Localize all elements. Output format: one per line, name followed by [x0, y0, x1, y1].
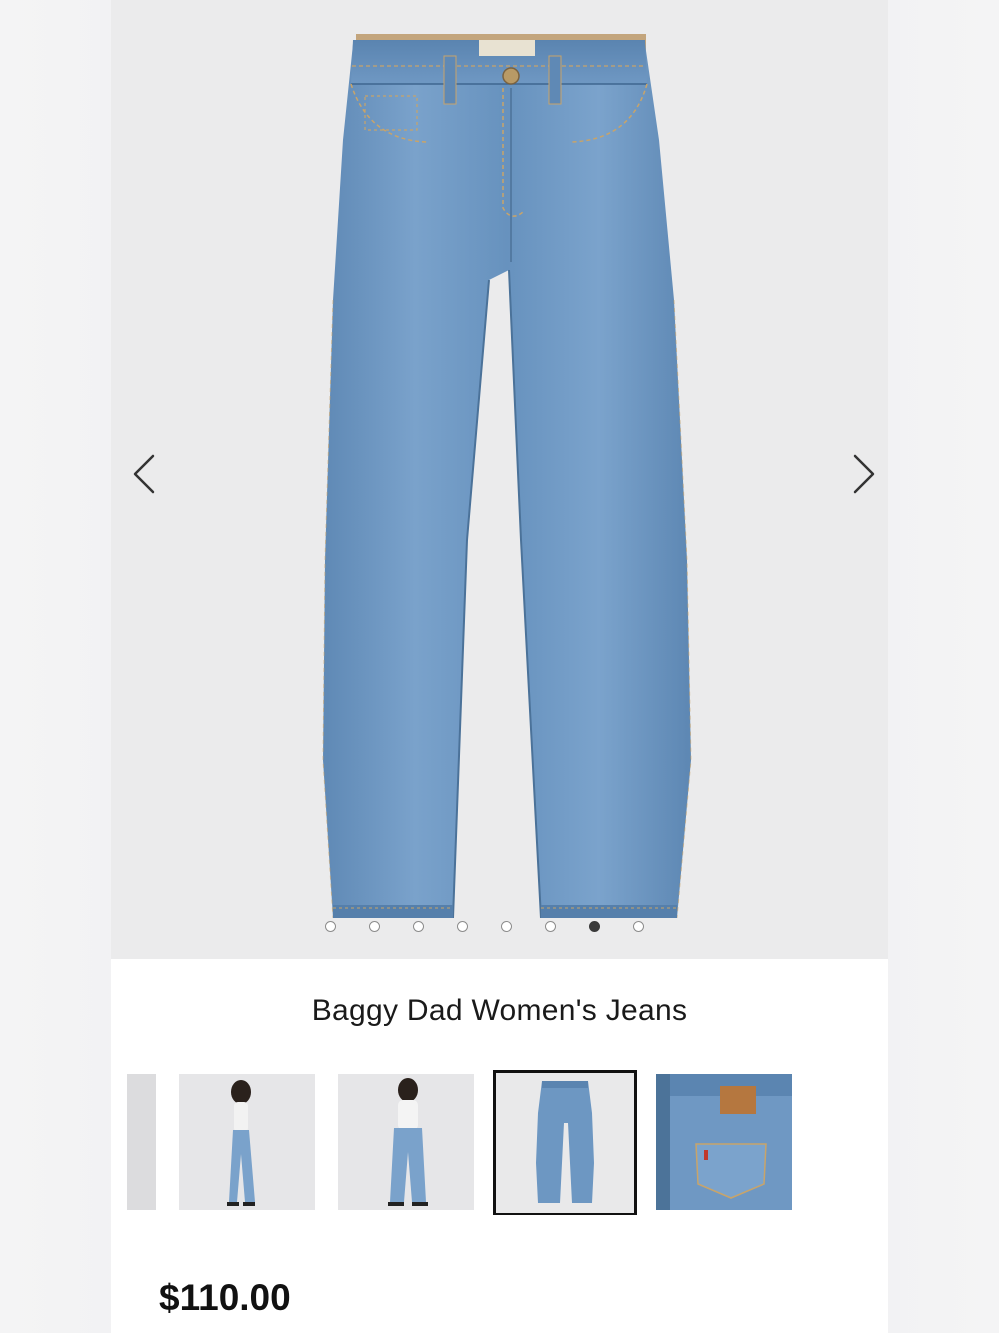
- thumbnail-strip[interactable]: [127, 1070, 888, 1215]
- thumb-partial[interactable]: [127, 1074, 156, 1210]
- gallery-dot[interactable]: [501, 921, 512, 932]
- thumb-partial-image: [127, 1074, 156, 1210]
- thumb-model-front[interactable]: [338, 1074, 474, 1210]
- thumb-model-front-image: [338, 1074, 474, 1210]
- thumb-back-pocket[interactable]: [656, 1074, 792, 1210]
- gallery-dot[interactable]: [457, 921, 468, 932]
- page: Baggy Dad Women's Jeans $110.00: [0, 0, 999, 1333]
- gallery-dot[interactable]: [545, 921, 556, 932]
- thumb-back-pocket-image: [656, 1074, 792, 1210]
- product-price: $110.00: [159, 1277, 291, 1318]
- product-card: Baggy Dad Women's Jeans $110.00: [111, 0, 888, 1333]
- gallery-dot[interactable]: [369, 921, 380, 932]
- gallery-dot-active[interactable]: [589, 921, 600, 932]
- product-gallery[interactable]: [111, 0, 888, 959]
- thumb-jeans-flat-image: [496, 1073, 634, 1213]
- gallery-pagination: [325, 919, 644, 935]
- gallery-dot[interactable]: [325, 921, 336, 932]
- gallery-dot[interactable]: [633, 921, 644, 932]
- gallery-prev-button[interactable]: [123, 450, 167, 498]
- gallery-next-button[interactable]: [841, 450, 885, 498]
- thumb-jeans-flat[interactable]: [493, 1070, 637, 1215]
- thumb-model-side[interactable]: [179, 1074, 315, 1210]
- product-main-image: [322, 34, 692, 919]
- thumb-model-side-image: [179, 1074, 315, 1210]
- product-title: Baggy Dad Women's Jeans: [311, 994, 688, 1027]
- gallery-dot[interactable]: [413, 921, 424, 932]
- chevron-left-icon: [133, 454, 155, 494]
- chevron-right-icon: [853, 454, 875, 494]
